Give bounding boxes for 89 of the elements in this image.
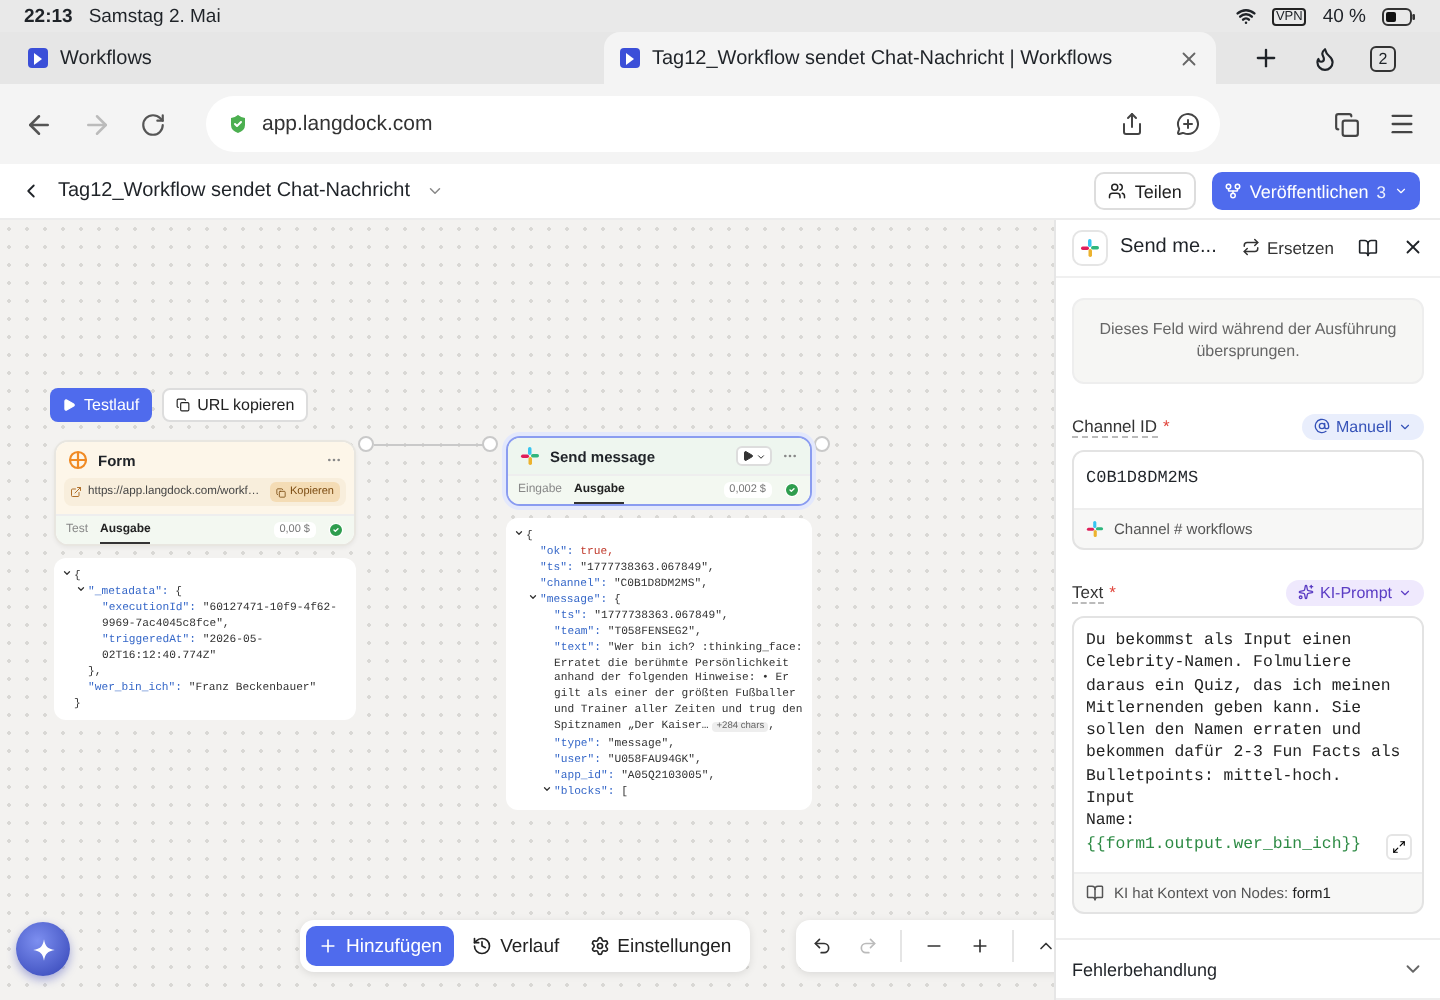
external-link-icon <box>70 486 82 498</box>
tab-title: Tag12_Workflow sendet Chat-Nachricht | Workflows <box>652 47 1115 69</box>
mode-dropdown[interactable]: KI-Prompt <box>1285 579 1424 606</box>
sparkle-icon <box>31 937 55 961</box>
publish-count: 3 <box>1376 181 1386 201</box>
tab-title: Workflows <box>60 47 154 69</box>
browser-tab[interactable]: Workflows <box>12 32 560 84</box>
test-run-button[interactable]: Testlauf <box>50 388 152 422</box>
copy-icon <box>275 487 286 497</box>
settings-icon <box>589 936 610 956</box>
back-icon[interactable] <box>24 109 54 139</box>
branch-icon <box>1223 182 1242 200</box>
share-button[interactable]: Teilen <box>1094 172 1196 210</box>
expand-caret-icon[interactable] <box>542 783 552 794</box>
play-icon <box>742 450 754 462</box>
replace-button[interactable]: Ersetzen <box>1242 237 1334 258</box>
address-bar[interactable]: app.langdock.com <box>206 96 1220 152</box>
browser-tab[interactable]: Tag12_Workflow sendet Chat-Nachricht | Workflows <box>604 32 1216 84</box>
zoom-in-icon <box>970 936 990 956</box>
share-icon[interactable] <box>1120 112 1144 136</box>
connection-handle[interactable] <box>482 436 498 452</box>
slack-logo-icon <box>520 446 540 466</box>
expand-caret-icon[interactable] <box>528 591 538 602</box>
repeat-icon <box>1242 238 1261 257</box>
history-button[interactable]: Verlauf <box>460 926 572 966</box>
tab-count-button[interactable]: 2 <box>1370 45 1396 71</box>
mode-dropdown[interactable]: Manuell <box>1301 413 1424 440</box>
shield-check-icon <box>226 112 250 136</box>
required-mark: * <box>1163 416 1170 437</box>
connector-line <box>374 444 484 446</box>
history-icon <box>472 936 493 956</box>
caret-icon <box>1398 419 1412 434</box>
run-node-button[interactable] <box>736 446 772 466</box>
battery-percent: 40 % <box>1322 5 1366 27</box>
close-icon[interactable] <box>1402 236 1424 259</box>
connection-handle[interactable] <box>358 436 374 452</box>
add-button[interactable]: Hinzufügen <box>306 926 455 966</box>
workflow-title[interactable]: Tag12_Workflow sendet Chat-Nachricht <box>58 180 411 202</box>
status-time: 22:13 <box>24 5 73 27</box>
required-mark: * <box>1109 582 1116 603</box>
section-title: Fehlerbehandlung <box>1072 959 1220 979</box>
favicon-icon <box>620 48 640 68</box>
flame-icon[interactable] <box>1312 45 1338 71</box>
copy-icon <box>175 398 190 412</box>
settings-button[interactable]: Einstellungen <box>577 926 744 966</box>
panel-title: Send me... <box>1120 236 1219 259</box>
slack-logo-icon <box>1086 519 1104 538</box>
collapsible-section[interactable]: Fehlerbehandlung <box>1056 938 1440 1000</box>
add-icon <box>318 936 338 956</box>
wifi-icon <box>1235 6 1256 26</box>
prompt-field[interactable]: Du bekommst als Input einen Celebrity-Namen. Folmuliere daraus ein Quiz, das ich meinen Mitlernenden geben kann. Sie sollen den Namen erraten und bekommen dafür 2-3 Fun Facts als Bulletpoints: mittel-hoch. Input Name: {{form1.output.wer_bin_ich}} <box>1074 617 1422 874</box>
undo-icon <box>812 936 832 956</box>
book-icon[interactable] <box>1358 237 1378 258</box>
copy-icon[interactable] <box>1334 111 1360 137</box>
slack-logo-icon <box>1080 237 1100 258</box>
play-icon <box>62 398 76 412</box>
users-icon <box>1108 182 1127 200</box>
expand-caret-icon[interactable] <box>76 583 86 594</box>
menu-icon[interactable] <box>1388 110 1416 138</box>
status-date: Samstag 2. Mai <box>88 5 221 27</box>
expand-button[interactable] <box>1386 834 1412 860</box>
field-label: Channel ID <box>1072 415 1158 438</box>
workflow-canvas[interactable] <box>0 220 1054 1000</box>
close-tab-icon[interactable] <box>1178 47 1200 69</box>
sparkles-icon <box>1297 584 1314 601</box>
caret-icon <box>756 451 766 461</box>
assistant-button[interactable] <box>16 922 70 976</box>
copy-url-button[interactable]: URL kopieren <box>161 388 309 422</box>
skipped-field-note: Dieses Feld wird während der Ausführung übersprungen. <box>1072 297 1424 384</box>
publish-button[interactable]: Veröffentlichen 3 <box>1211 172 1420 210</box>
field-label: Text <box>1072 581 1104 604</box>
expand-caret-icon[interactable] <box>514 528 524 538</box>
at-sign-icon <box>1313 418 1330 435</box>
connection-handle[interactable] <box>814 436 830 452</box>
new-tab-icon[interactable] <box>1252 44 1280 72</box>
battery-icon <box>1382 7 1416 25</box>
favicon-icon <box>28 48 48 68</box>
book-icon <box>1086 884 1104 902</box>
expand-caret-icon[interactable] <box>62 568 72 578</box>
caret-icon <box>1394 184 1408 198</box>
caret-icon[interactable] <box>426 182 445 200</box>
chat-plus-icon[interactable] <box>1176 112 1200 136</box>
reload-icon[interactable] <box>140 111 166 137</box>
channel-id-field[interactable]: C0B1D8DM2MS <box>1074 451 1422 510</box>
redo-icon <box>858 936 878 956</box>
expand-icon <box>1392 840 1406 854</box>
caret-icon <box>1398 585 1412 600</box>
url-text: app.langdock.com <box>262 112 435 136</box>
form-node-icon <box>68 450 88 470</box>
